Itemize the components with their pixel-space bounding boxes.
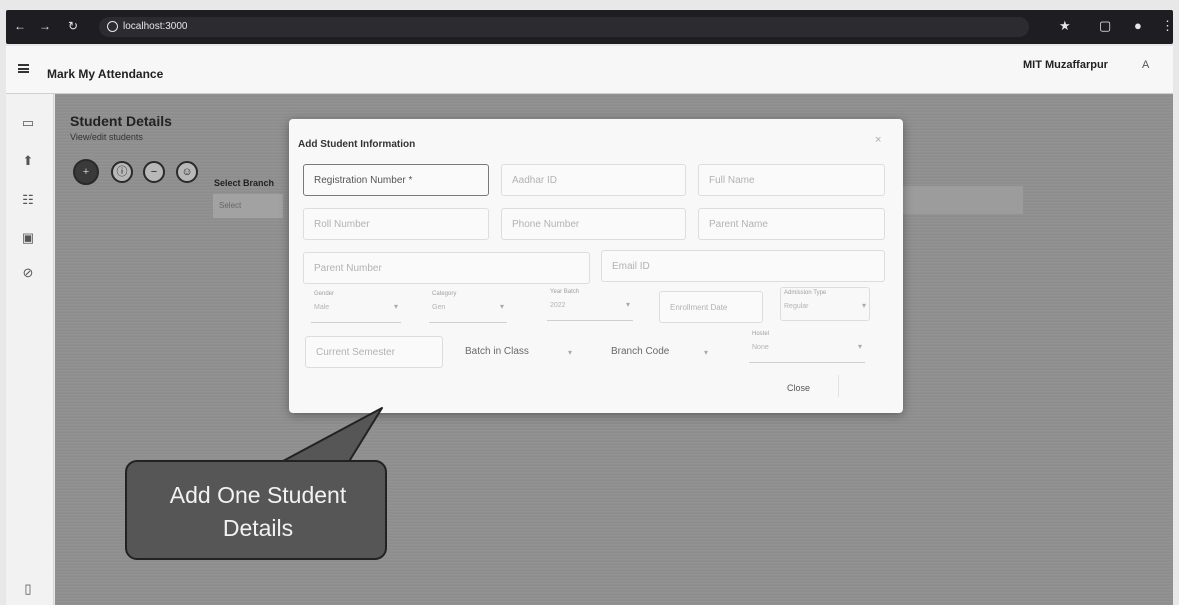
callout-line-2: Details	[222, 515, 294, 541]
callout-line-1: Add One Student	[169, 482, 347, 508]
callout-arrow	[269, 407, 383, 469]
callout-text: Add One Student Details	[127, 479, 389, 545]
screenshot-paper: ← → ↻ localhost:3000 ★ ▢ ● ⋮ Mark My Att…	[0, 0, 1179, 605]
annotation-callout: Add One Student Details	[125, 460, 387, 560]
